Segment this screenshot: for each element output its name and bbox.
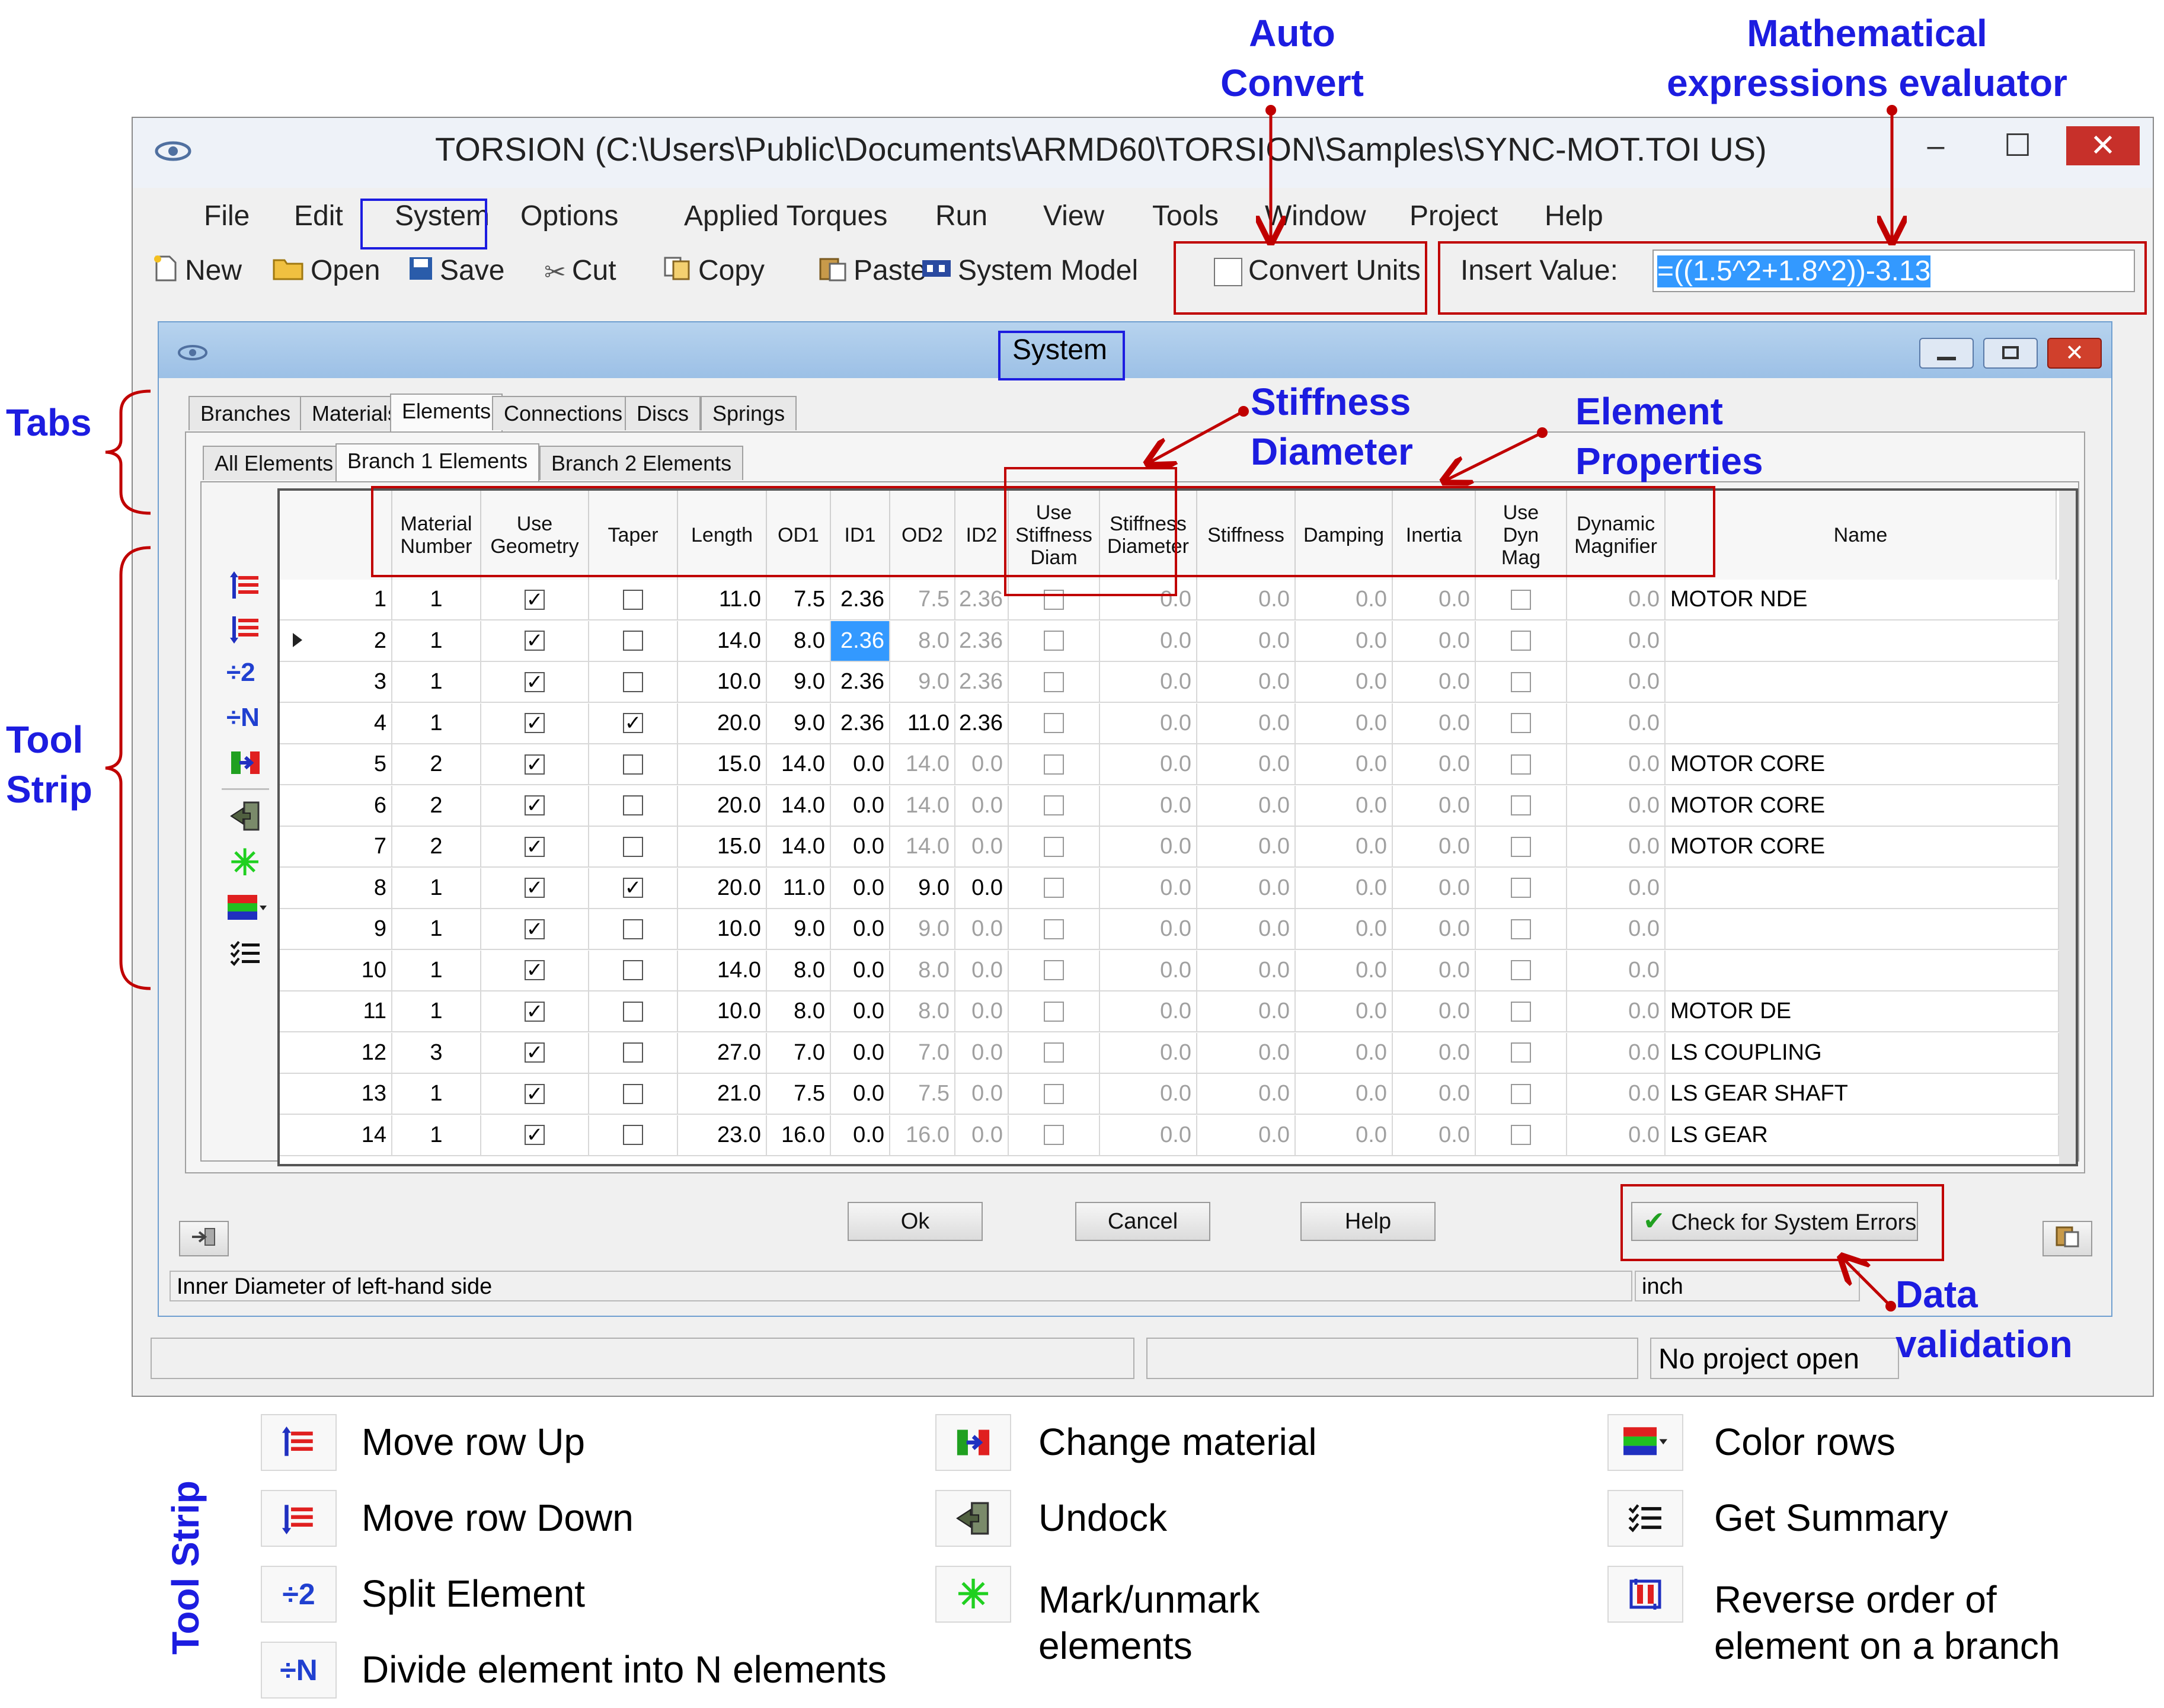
- split-element-glyph: ÷2: [282, 1578, 315, 1611]
- legend-change-material-icon: [935, 1414, 1011, 1471]
- legend-mark-line-2: elements: [1038, 1624, 1193, 1667]
- legend-color-rows-icon: [1607, 1414, 1683, 1471]
- legend-change-material-label: Change material: [1038, 1421, 1317, 1463]
- divide-n-glyph: ÷N: [280, 1653, 318, 1687]
- legend-reverse-line-1: Reverse order of: [1714, 1578, 1997, 1621]
- legend-summary-label: Get Summary: [1714, 1496, 1948, 1539]
- legend-undock-icon: [935, 1490, 1011, 1547]
- legend-title: Tool Strip: [164, 1480, 207, 1655]
- legend-reverse-label: Reverse order of element on a branch: [1714, 1576, 2060, 1669]
- legend-mark-line-1: Mark/unmark: [1038, 1578, 1260, 1621]
- legend-divide-n-label: Divide element into N elements: [362, 1648, 887, 1691]
- legend-split-icon: ÷2: [261, 1566, 337, 1623]
- legend-summary-icon: [1607, 1490, 1683, 1547]
- legend-divide-n-icon: ÷N: [261, 1642, 337, 1699]
- legend-move-up-icon: [261, 1414, 337, 1471]
- legend-reverse-icon: [1607, 1566, 1683, 1623]
- legend-move-down-label: Move row Down: [362, 1496, 634, 1539]
- legend-move-up-label: Move row Up: [362, 1421, 585, 1463]
- legend-mark-label: Mark/unmark elements: [1038, 1576, 1260, 1669]
- legend-move-down-icon: [261, 1490, 337, 1547]
- legend-color-rows-label: Color rows: [1714, 1421, 1896, 1463]
- legend-reverse-line-2: element on a branch: [1714, 1624, 2060, 1667]
- legend-undock-label: Undock: [1038, 1496, 1167, 1539]
- legend-split-label: Split Element: [362, 1572, 586, 1615]
- legend-mark-icon: ✳: [935, 1566, 1011, 1623]
